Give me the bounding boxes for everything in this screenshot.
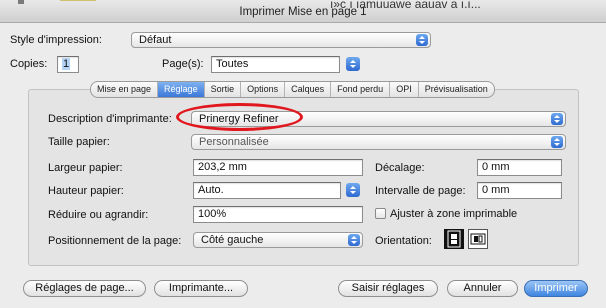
background-window-text: ı»c ı ıamuuawe aauav a ı.ı... [330,0,481,11]
scale-label: Réduire ou agrandir: [48,209,149,221]
title-bar: ı»c ı ıamuuawe aauav a ı.ı... Imprimer M… [0,0,606,23]
paper-size-popup[interactable]: Personnalisée [191,134,566,150]
cancel-button[interactable]: Annuler [447,280,518,297]
print-style-label: Style d'impression: [10,34,102,46]
tab-reglage[interactable]: Réglage [158,82,205,97]
copies-value: 1 [62,58,71,70]
paper-height-input[interactable]: Auto. [193,182,341,199]
tab-options[interactable]: Options [241,82,286,97]
highlight-annotation-oval [176,103,303,131]
offset-label: Décalage: [375,162,425,174]
paper-width-label: Largeur papier: [48,162,123,174]
scale-input[interactable]: 100% [193,206,363,223]
capture-settings-button[interactable]: Saisir réglages [338,280,438,297]
paper-width-input[interactable]: 203,2 mm [193,159,363,176]
orientation-portrait-icon[interactable] [444,229,464,249]
copies-label: Copies: [10,58,48,70]
paper-width-value: 203,2 mm [198,161,247,173]
offset-value: 0 mm [482,161,510,173]
page-position-popup[interactable]: Côté gauche [193,232,363,248]
print-button[interactable]: Imprimer [524,280,588,297]
paper-height-label: Hauteur papier: [48,185,124,197]
orientation-label: Orientation: [375,235,432,247]
page-gap-input[interactable]: 0 mm [477,182,562,199]
pages-value: Toutes [216,58,249,70]
print-dialog-window: ı»c ı ıamuuawe aauav a ı.ı... Imprimer M… [0,0,606,308]
printer-button[interactable]: Imprimante... [154,280,248,297]
popup-arrows-icon [551,136,563,148]
tab-mise-en-page[interactable]: Mise en page [91,82,159,97]
tab-calques[interactable]: Calques [285,82,332,97]
page-gap-value: 0 mm [482,184,510,196]
scale-value: 100% [198,208,227,220]
paper-height-arrows-icon[interactable] [346,183,360,197]
tab-sortie[interactable]: Sortie [205,82,242,97]
popup-arrows-icon [416,34,428,46]
paper-size-label: Taille papier: [48,136,110,148]
popup-arrows-icon [348,234,360,246]
page-position-value: Côté gauche [201,234,264,246]
fit-printable-label: Ajuster à zone imprimable [390,208,518,220]
page-gap-label: Intervalle de page: [375,185,466,197]
tab-opi[interactable]: OPI [390,82,419,97]
orientation-landscape-icon[interactable] [468,229,488,249]
fit-printable-checkbox[interactable] [375,208,386,219]
printer-description-label: Description d'imprimante: [48,113,172,125]
page-setup-button[interactable]: Réglages de page... [23,280,146,297]
print-style-value: Défaut [139,34,172,46]
print-style-popup[interactable]: Défaut [131,32,431,48]
background-artifact [60,0,96,1]
page-position-label: Positionnement de la page: [48,235,182,247]
pages-label: Page(s): [162,58,204,70]
pages-field[interactable]: Toutes [211,56,340,73]
tab-bar: Mise en page Réglage Sortie Options Calq… [90,81,495,98]
background-artifact [18,0,24,4]
tab-previsualisation[interactable]: Prévisualisation [419,82,494,97]
pages-popup-arrows-icon[interactable] [346,57,360,71]
offset-input[interactable]: 0 mm [477,159,562,176]
popup-arrows-icon [551,113,563,125]
paper-size-value: Personnalisée [199,136,269,148]
tab-fond-perdu[interactable]: Fond perdu [331,82,391,97]
paper-height-value: Auto. [198,184,224,196]
copies-input[interactable]: 1 [57,56,79,73]
